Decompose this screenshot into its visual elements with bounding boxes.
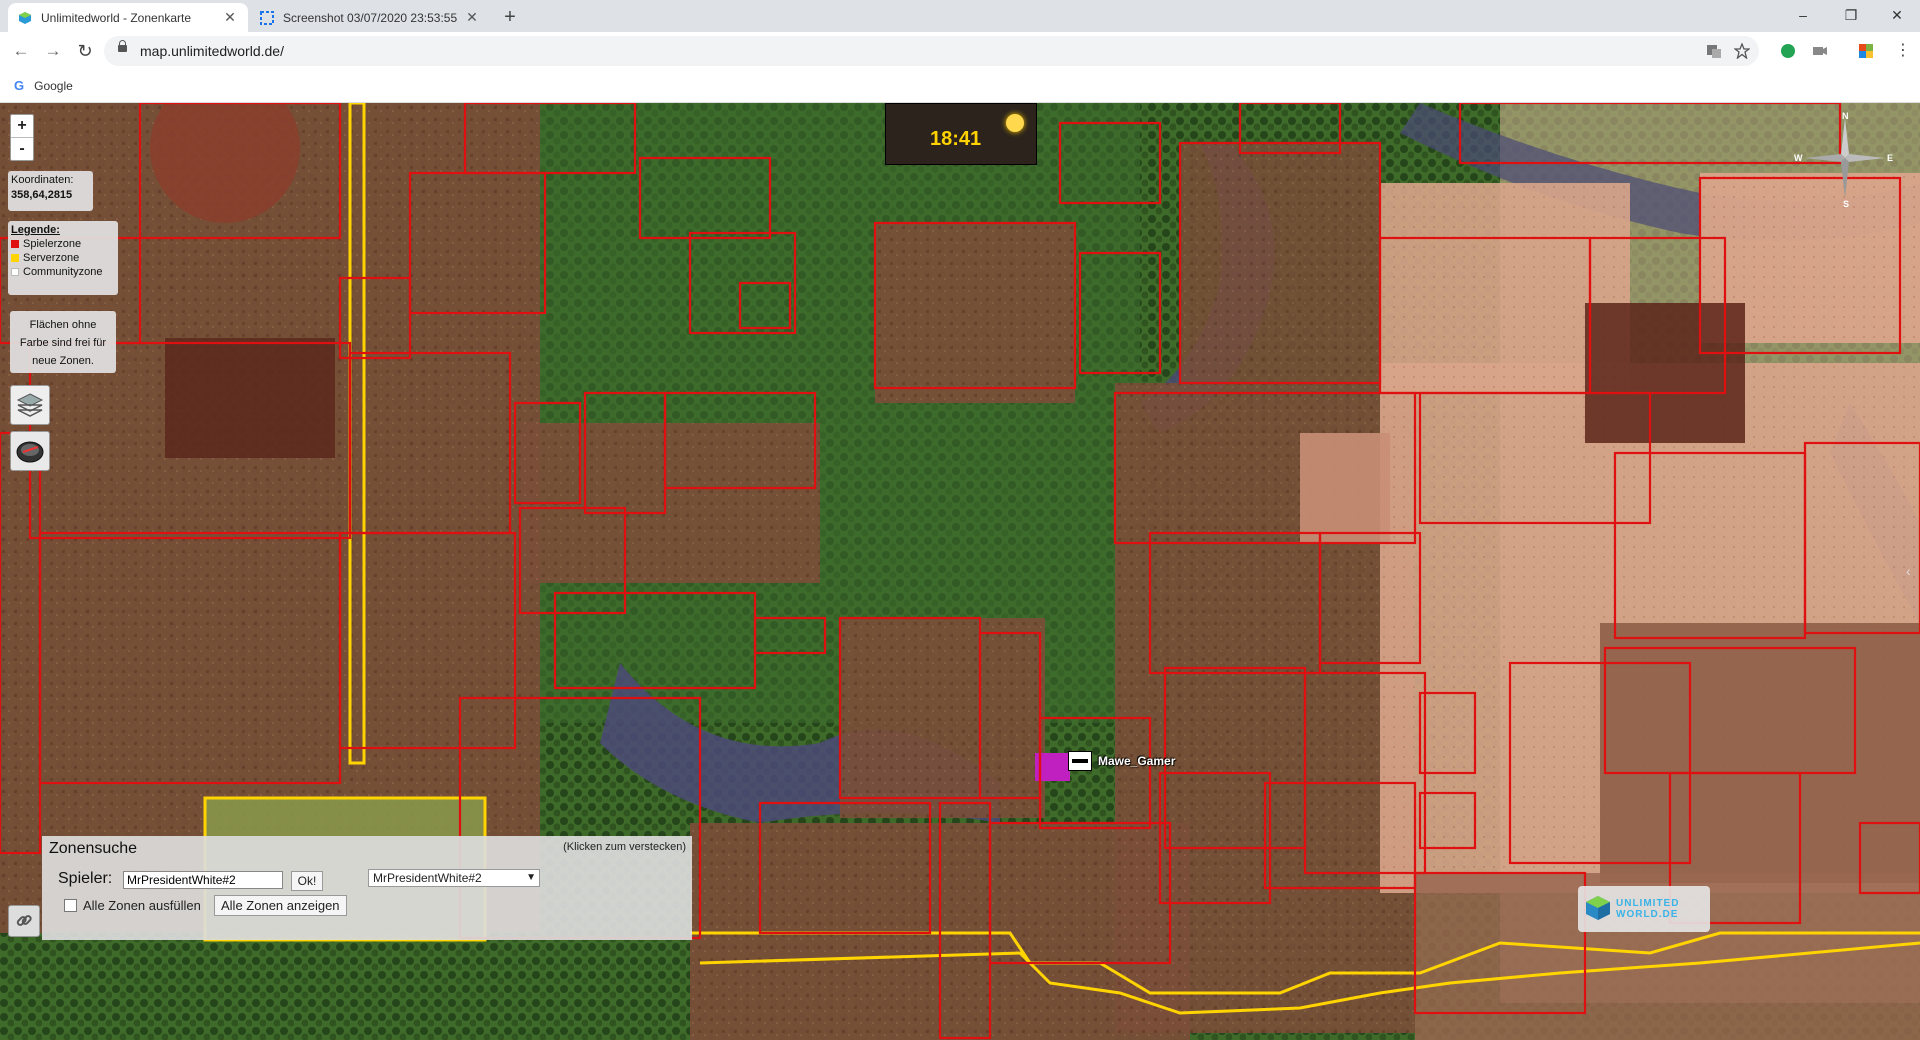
tab-screenshot[interactable]: Screenshot 03/07/2020 23:53:55 ✕: [250, 3, 490, 32]
star-bookmark-icon[interactable]: [1734, 43, 1750, 59]
legend-item-communityzone: Communityzone: [11, 266, 115, 278]
sun-icon: [1006, 114, 1024, 132]
player-search-input[interactable]: [123, 871, 283, 889]
legend-item-spielerzone: Spielerzone: [11, 238, 115, 250]
logo-cube-icon: [1586, 896, 1610, 920]
zoom-in-button[interactable]: +: [11, 115, 33, 138]
menu-kebab-icon[interactable]: ⋮: [1890, 38, 1916, 64]
show-all-zones-button[interactable]: Alle Zonen anzeigen: [214, 895, 347, 916]
player-name: Mawe_Gamer: [1098, 754, 1176, 768]
fill-all-zones-checkbox[interactable]: Alle Zonen ausfüllen: [64, 898, 201, 913]
tab-title: Screenshot 03/07/2020 23:53:55: [283, 10, 458, 25]
legend-swatch-white: [11, 268, 19, 276]
fill-all-label: Alle Zonen ausfüllen: [83, 898, 201, 913]
new-tab-button[interactable]: +: [496, 3, 524, 31]
legend-title: Legende:: [11, 224, 60, 236]
player-select-value: MrPresidentWhite#2: [373, 871, 482, 885]
compass-w: W: [1794, 153, 1803, 163]
link-icon: [16, 915, 32, 926]
compass-view-button[interactable]: [10, 431, 50, 471]
legend-label: Communityzone: [23, 266, 103, 278]
checkbox-box[interactable]: [64, 899, 77, 912]
tab-strip: Unlimitedworld - Zonenkarte ✕ Screenshot…: [0, 0, 1920, 32]
free-area-info: Flächen ohne Farbe sind frei für neue Zo…: [10, 311, 116, 373]
maximize-button[interactable]: ❐: [1828, 0, 1874, 30]
compass-s: S: [1843, 199, 1850, 209]
google-icon: G: [14, 78, 25, 93]
legend-item-serverzone: Serverzone: [11, 252, 115, 264]
bookmarks-bar: G Google: [0, 70, 1920, 103]
minimize-button[interactable]: –: [1780, 0, 1826, 30]
player-label: Spieler:: [58, 870, 113, 887]
bookmark-google[interactable]: G Google: [14, 78, 73, 93]
layers-button[interactable]: [10, 385, 50, 425]
zoom-out-button[interactable]: -: [11, 138, 33, 160]
game-time: 18:41: [930, 128, 982, 150]
player-head-icon: [1068, 751, 1092, 771]
link-button[interactable]: [8, 905, 40, 937]
office-extension-icon[interactable]: [1858, 43, 1874, 59]
side-panel-arrow-icon[interactable]: ‹: [1906, 563, 1911, 579]
dropdown-arrow-icon: ▼: [526, 872, 536, 883]
zoom-control: + -: [10, 114, 34, 161]
tab-title: Unlimitedworld - Zonenkarte: [41, 10, 192, 25]
compass-n: N: [1842, 111, 1849, 121]
compass-e: E: [1887, 153, 1894, 163]
player-marker[interactable]: Mawe_Gamer: [1068, 751, 1175, 771]
coordinates-panel: Koordinaten: 358,64,2815: [8, 171, 93, 211]
zone-search-hide-hint[interactable]: (Klicken zum verstecken): [563, 841, 686, 853]
lock-icon: [118, 40, 127, 52]
legend-label: Serverzone: [23, 252, 80, 264]
url-text: map.unlimitedworld.de/: [140, 43, 284, 59]
adblock-extension-icon[interactable]: [1780, 43, 1796, 59]
ok-button[interactable]: Ok!: [291, 871, 323, 891]
close-window-button[interactable]: ✕: [1874, 0, 1920, 30]
tab-zonenkarte[interactable]: Unlimitedworld - Zonenkarte ✕: [8, 3, 248, 32]
address-bar[interactable]: map.unlimitedworld.de/: [104, 36, 1759, 66]
back-arrow-icon[interactable]: ←: [8, 38, 34, 64]
coordinates-value: 358,64,2815: [11, 189, 73, 201]
translate-icon[interactable]: [1706, 43, 1722, 59]
logo-text: UNLIMITED WORLD.DE: [1616, 898, 1680, 920]
browser-toolbar: ← → ↻ map.unlimitedworld.de/ ⋮: [0, 32, 1920, 70]
camera-extension-icon[interactable]: [1812, 43, 1828, 59]
tab-close-icon[interactable]: ✕: [222, 9, 238, 26]
reload-icon[interactable]: ↻: [72, 38, 98, 64]
tab-close-icon[interactable]: ✕: [464, 9, 480, 26]
compass-icon: [16, 441, 44, 463]
layers-icon: [16, 393, 44, 417]
cube-icon: [19, 11, 31, 24]
coordinates-label: Koordinaten:: [11, 174, 74, 186]
zone-search-title[interactable]: Zonensuche: [49, 840, 137, 858]
legend-swatch-yellow: [11, 254, 19, 262]
forward-arrow-icon[interactable]: →: [40, 38, 66, 64]
bookmark-label: Google: [34, 78, 73, 93]
legend-panel: Legende: Spielerzone Serverzone Communit…: [8, 221, 118, 295]
player-select[interactable]: MrPresidentWhite#2 ▼: [368, 869, 540, 887]
zone-search-panel: Zonensuche (Klicken zum verstecken) Spie…: [42, 836, 692, 940]
unlimitedworld-logo: UNLIMITED WORLD.DE: [1578, 886, 1710, 932]
screenshot-icon: [260, 10, 274, 25]
time-widget: 18:41: [885, 103, 1037, 165]
legend-label: Spielerzone: [23, 238, 82, 250]
legend-swatch-red: [11, 240, 19, 248]
